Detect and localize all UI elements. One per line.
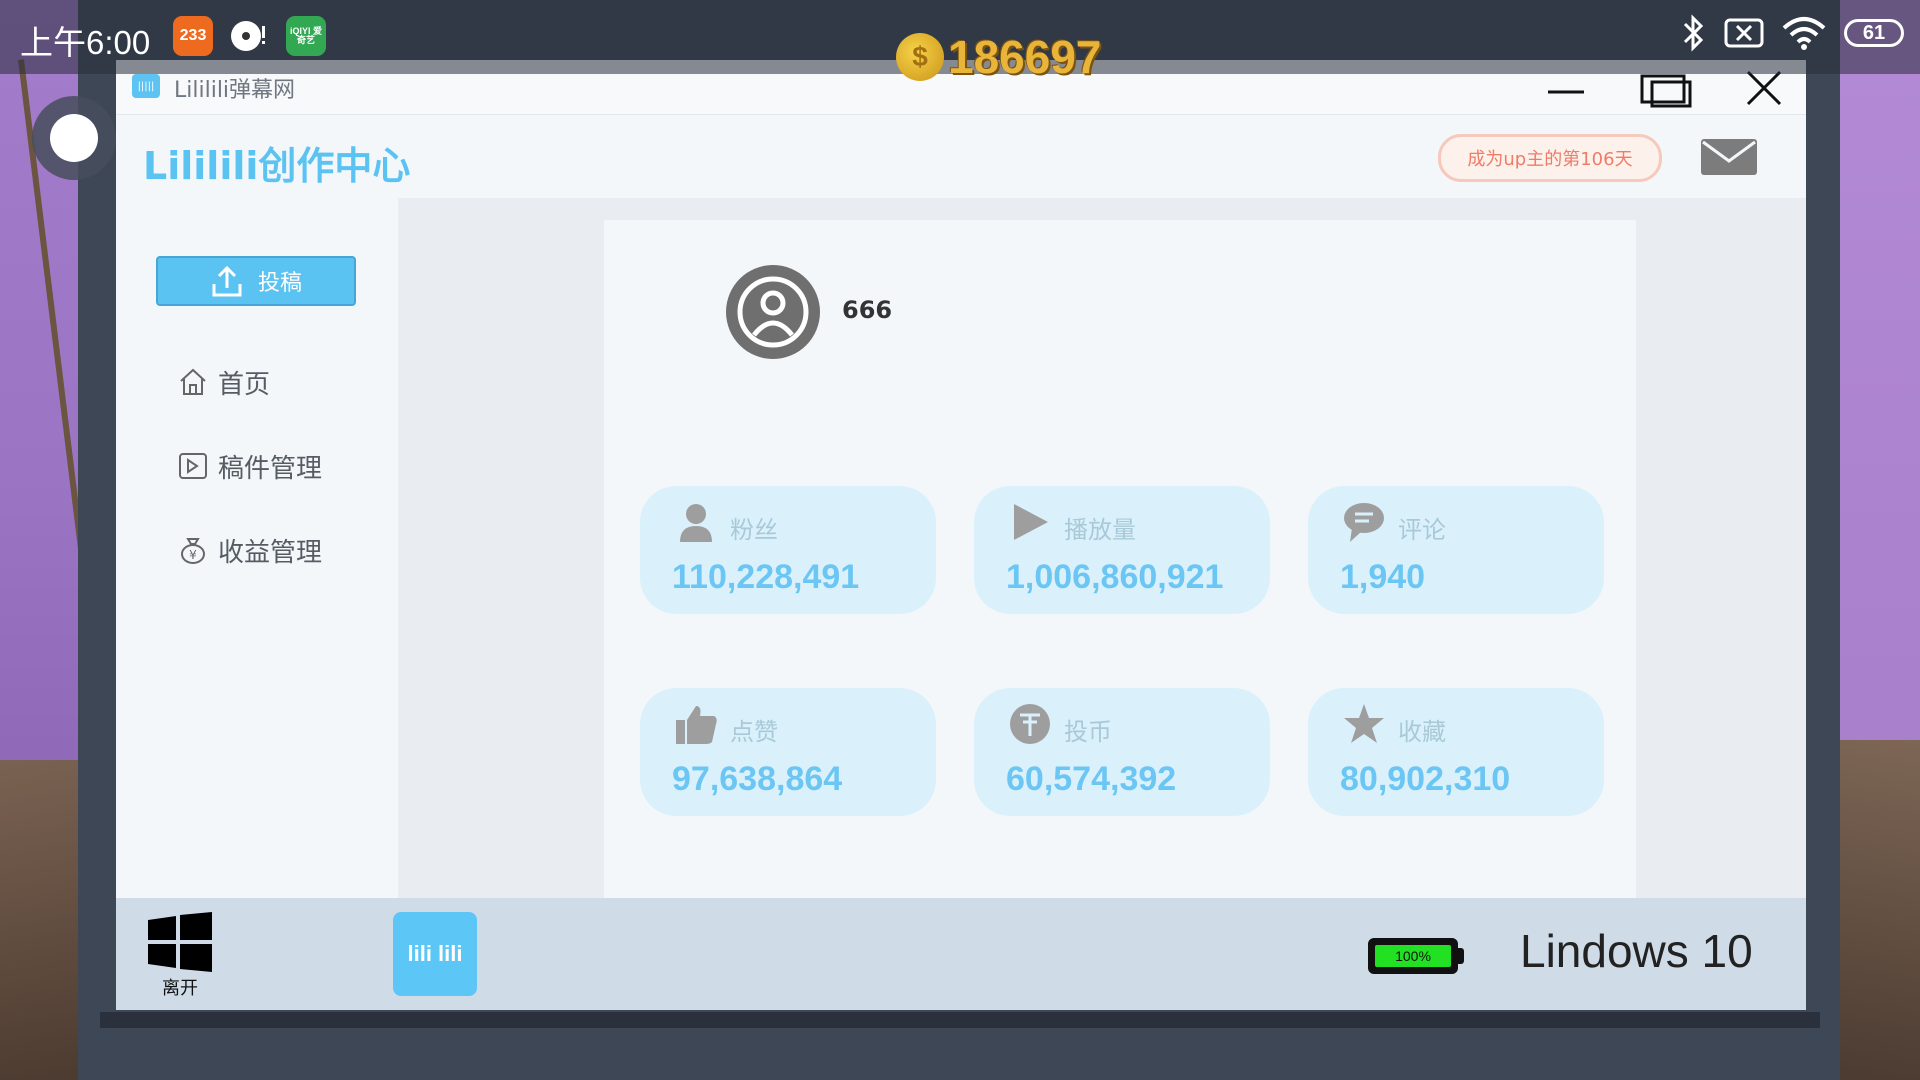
like-icon <box>676 706 717 744</box>
stat-card-comments: 评论 1,940 <box>1308 486 1604 614</box>
status-time: 上午6:00 <box>20 24 151 61</box>
site-logo-icon: ||||| <box>132 74 160 98</box>
os-name: Lindows 10 <box>1520 925 1753 977</box>
stat-value: 60,574,392 <box>1006 760 1177 798</box>
stat-value: 80,902,310 <box>1340 760 1511 798</box>
battery-fill: 100% <box>1375 945 1451 967</box>
stat-label: 收藏 <box>1398 718 1446 746</box>
sidebar-item-earnings[interactable]: ¥ 收益管理 <box>178 530 322 570</box>
floating-assist-button[interactable] <box>32 96 116 180</box>
upload-icon <box>212 265 242 297</box>
taskbar-app-lililili[interactable]: lili lili <box>393 912 477 996</box>
home-icon <box>180 368 206 395</box>
video-manage-icon <box>179 453 207 479</box>
sim-off-icon <box>1724 18 1764 48</box>
battery-tip <box>1458 948 1464 964</box>
stat-label: 评论 <box>1398 516 1446 544</box>
coin-value: 186697 <box>948 31 1102 83</box>
233-app-icon: 233 <box>173 16 213 56</box>
play-icon <box>1014 504 1048 540</box>
sidebar-item-label: 收益管理 <box>218 537 323 568</box>
floor-right <box>1830 740 1920 1080</box>
battery-indicator: 100% <box>1368 938 1464 974</box>
stat-card-likes: 点赞 97,638,864 <box>640 688 936 816</box>
user-avatar-icon <box>737 276 809 348</box>
star-icon <box>1344 704 1384 743</box>
taskbar: 离开 lili lili 100% Lindows 10 <box>116 898 1806 1010</box>
start-button[interactable]: 离开 <box>148 912 212 999</box>
stat-label: 粉丝 <box>730 516 778 544</box>
money-bag-icon: ¥ <box>181 538 205 564</box>
stat-value: 110,228,491 <box>672 558 860 596</box>
assist-dot <box>50 114 98 162</box>
gold-coin-icon: $ <box>896 33 944 81</box>
sidebar-item-label: 稿件管理 <box>218 453 323 484</box>
username: 666 <box>842 296 893 324</box>
floor-left <box>0 760 90 1080</box>
comment-icon <box>1344 503 1384 542</box>
computer-screen: ||||| Lililili弹幕网 Lililili创作中心 成为up主的第10… <box>116 60 1806 1010</box>
sidebar-item-label: 首页 <box>218 369 271 400</box>
mail-button[interactable] <box>1701 137 1757 177</box>
bluetooth-icon <box>1683 14 1704 52</box>
stat-value: 97,638,864 <box>672 760 843 798</box>
sidebar-item-home[interactable]: 首页 <box>178 362 270 402</box>
submit-label: 投稿 <box>257 271 302 296</box>
stat-label: 播放量 <box>1064 516 1136 544</box>
up-days-badge: 成为up主的第106天 <box>1438 134 1662 182</box>
wall-right <box>1830 0 1920 770</box>
stat-card-fans: 粉丝 110,228,491 <box>640 486 936 614</box>
battery-body: 100% <box>1368 938 1458 974</box>
coin-counter: $ 186697 <box>896 30 1102 84</box>
music-app-icon <box>228 16 268 56</box>
stat-card-favorites: 收藏 80,902,310 <box>1308 688 1604 816</box>
avatar[interactable] <box>726 265 820 359</box>
page-title: Lililili创作中心 <box>143 144 411 188</box>
window-title: Lililili弹幕网 <box>174 78 296 103</box>
windows-logo-icon <box>148 912 212 972</box>
stat-label: 点赞 <box>730 718 778 746</box>
stat-value: 1,940 <box>1340 558 1426 596</box>
wifi-icon <box>1782 17 1826 50</box>
monitor-stand <box>100 1012 1820 1028</box>
stat-value: 1,006,860,921 <box>1006 558 1224 596</box>
iqiyi-app-icon: iQIYI 爱奇艺 <box>286 16 326 56</box>
svg-text:¥: ¥ <box>189 548 197 562</box>
stat-label: 投币 <box>1064 718 1112 746</box>
submit-button[interactable]: 投稿 <box>156 256 356 306</box>
fans-icon <box>680 504 712 542</box>
stat-card-coins: 投币 60,574,392 <box>974 688 1270 816</box>
coin-icon <box>1010 704 1050 744</box>
mail-icon <box>1701 139 1757 175</box>
stat-card-plays: 播放量 1,006,860,921 <box>974 486 1270 614</box>
start-label: 离开 <box>162 978 198 999</box>
phone-battery-icon: 61 <box>1844 19 1904 47</box>
status-icons: 61 <box>1680 14 1904 52</box>
sidebar-item-videos[interactable]: 稿件管理 <box>178 446 322 486</box>
